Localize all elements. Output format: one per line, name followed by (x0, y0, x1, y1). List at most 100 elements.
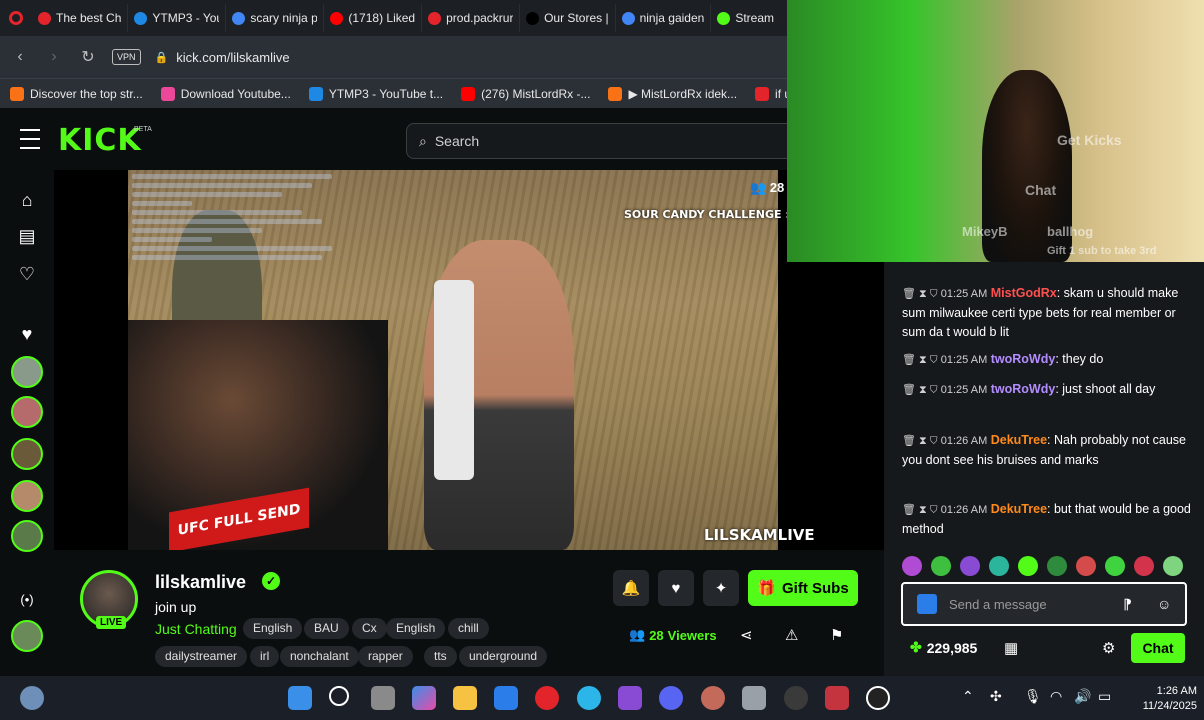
followed-channel-avatar[interactable] (11, 620, 43, 652)
forward-icon[interactable]: › (44, 48, 64, 66)
browse-icon[interactable]: ▤ (13, 222, 41, 250)
tray-app-icon[interactable]: ✣ (990, 688, 1002, 705)
emote-icon[interactable] (902, 556, 922, 576)
stream-tag[interactable]: tts (424, 646, 457, 667)
tray-chevron-icon[interactable]: ⌃ (962, 688, 974, 705)
emote-icon[interactable] (960, 556, 980, 576)
followed-channel-avatar[interactable] (11, 356, 43, 388)
emote-icon[interactable] (1105, 556, 1125, 576)
store-icon[interactable]: ▦ (1004, 639, 1018, 657)
edge-icon[interactable] (577, 686, 601, 710)
clipchamp-icon[interactable] (618, 686, 642, 710)
favorites-heart-icon[interactable]: ♥ (13, 320, 41, 348)
emoji-icon[interactable]: ☺ (1157, 596, 1171, 612)
channel-points[interactable]: ✤ 229,985 (910, 639, 977, 656)
chat-username[interactable]: DekuTree (991, 502, 1047, 516)
stream-tag[interactable]: English (243, 618, 303, 639)
browser-tab[interactable]: (1718) Liked (324, 4, 423, 32)
reload-icon[interactable]: ↻ (78, 47, 98, 67)
browser-tab[interactable]: scary ninja p (226, 4, 325, 32)
bookmark-item[interactable]: YTMP3 - YouTube t... (308, 86, 443, 101)
notification-bell-icon[interactable]: 🔔 (613, 570, 649, 606)
follow-heart-icon[interactable]: ♥ (658, 570, 694, 606)
emote-icon[interactable] (1163, 556, 1183, 576)
taskbar-search-icon[interactable] (329, 686, 349, 706)
opera-icon[interactable] (535, 686, 559, 710)
moderation-icons[interactable]: 🗑 ⧗ ⛉ (902, 288, 941, 300)
stream-tag[interactable]: Cx (352, 618, 387, 639)
file-explorer-icon[interactable] (453, 686, 477, 710)
chat-send-button[interactable]: Chat (1131, 633, 1185, 663)
microphone-icon[interactable]: 🎙 (1024, 688, 1042, 705)
app-icon[interactable] (701, 686, 725, 710)
url-field[interactable]: kick.com/lilskamlive (176, 50, 289, 65)
camera-icon[interactable] (742, 686, 766, 710)
stream-tag[interactable]: underground (459, 646, 548, 667)
emote-icon[interactable] (989, 556, 1009, 576)
report-icon[interactable]: ⚠ (785, 626, 798, 644)
moderation-icons[interactable]: 🗑 ⧗ ⛉ (902, 384, 941, 396)
stream-tag[interactable]: irl (250, 646, 280, 667)
chat-username[interactable]: twoRoWdy (991, 352, 1056, 366)
browser-tab[interactable]: The best Ch (32, 4, 129, 32)
windows-start-icon[interactable] (288, 686, 312, 710)
menu-icon[interactable] (20, 129, 40, 149)
moderation-icons[interactable]: 🗑 ⧗ ⛉ (902, 504, 941, 516)
browser-tab[interactable]: YTMP3 - You (128, 4, 227, 32)
stream-category[interactable]: Just Chatting (155, 621, 237, 637)
obs-icon[interactable] (784, 686, 808, 710)
moderation-icons[interactable]: 🗑 ⧗ ⛉ (902, 354, 941, 366)
moderation-icons[interactable]: 🗑 ⧗ ⛉ (902, 435, 941, 447)
chat-username[interactable]: MistGodRx (991, 286, 1057, 300)
discord-icon[interactable] (659, 686, 683, 710)
back-icon[interactable]: ‹ (10, 48, 30, 66)
live-broadcast-icon[interactable]: (•) (13, 585, 41, 613)
system-clock[interactable]: 1:26 AM 11/24/2025 (1127, 684, 1197, 714)
browser-tab[interactable]: Our Stores | (520, 4, 616, 32)
bookmark-item[interactable]: (276) MistLordRx -... (461, 86, 590, 101)
stream-tag[interactable]: BAU (304, 618, 349, 639)
battery-icon[interactable]: ▭ (1098, 688, 1111, 705)
volume-icon[interactable]: 🔊 (1074, 688, 1091, 705)
bookmark-item[interactable]: Discover the top str... (10, 86, 143, 101)
wifi-icon[interactable]: ◠ (1050, 688, 1062, 705)
emote-icon[interactable] (1076, 556, 1096, 576)
weather-icon[interactable] (20, 686, 44, 710)
home-icon[interactable]: ⌂ (13, 186, 41, 214)
emote-icon[interactable] (931, 556, 951, 576)
settings-gear-icon[interactable]: ⚙ (1102, 639, 1115, 657)
bookmark-item[interactable]: Download Youtube... (160, 86, 291, 101)
bookmark-item[interactable]: ▶ MistLordRx idek... (608, 86, 737, 101)
vpn-badge[interactable]: VPN (112, 49, 141, 65)
video-player[interactable]: UFC FULL SEND 👥 28 SOUR CANDY CHALLENGE … (54, 170, 884, 550)
browser-tab[interactable]: prod.packrur (422, 4, 521, 32)
emote-icon[interactable] (1047, 556, 1067, 576)
gift-subs-button[interactable]: 🎁 Gift Subs (748, 570, 858, 606)
media-player-icon[interactable] (866, 686, 890, 710)
chat-username[interactable]: DekuTree (991, 433, 1047, 447)
clip-icon[interactable]: ⚑ (830, 626, 843, 644)
copilot-icon[interactable] (412, 686, 436, 710)
followed-channel-avatar[interactable] (11, 396, 43, 428)
translate-icon[interactable]: ⁋ (1123, 596, 1132, 613)
stream-tag[interactable]: nonchalant (280, 646, 359, 667)
sparkle-icon[interactable]: ✦ (703, 570, 739, 606)
followed-channel-avatar[interactable] (11, 520, 43, 552)
emote-icon[interactable] (1134, 556, 1154, 576)
task-view-icon[interactable] (371, 686, 395, 710)
chat-message-input[interactable]: Send a message ⁋ ☺ (901, 582, 1187, 626)
webcam-overlay[interactable]: Get Kicks Chat MikeyB ballhog Gift 1 sub… (787, 0, 1204, 262)
share-icon[interactable]: ⋖ (740, 626, 753, 644)
emote-icon[interactable] (1018, 556, 1038, 576)
stream-tag[interactable]: English (386, 618, 446, 639)
followed-channel-avatar[interactable] (11, 480, 43, 512)
streamer-name[interactable]: lilskamlive (155, 572, 246, 593)
lock-icon[interactable]: 🔒 (155, 51, 169, 64)
following-heart-icon[interactable]: ♡ (13, 260, 41, 288)
stream-tag[interactable]: rapper (358, 646, 413, 667)
search-input[interactable]: ⌕ Search (406, 123, 806, 159)
stream-tag[interactable]: dailystreamer (155, 646, 248, 667)
chat-username[interactable]: twoRoWdy (991, 382, 1056, 396)
opera-logo-icon[interactable] (0, 0, 32, 36)
browser-tab[interactable]: ninja gaiden (616, 4, 712, 32)
